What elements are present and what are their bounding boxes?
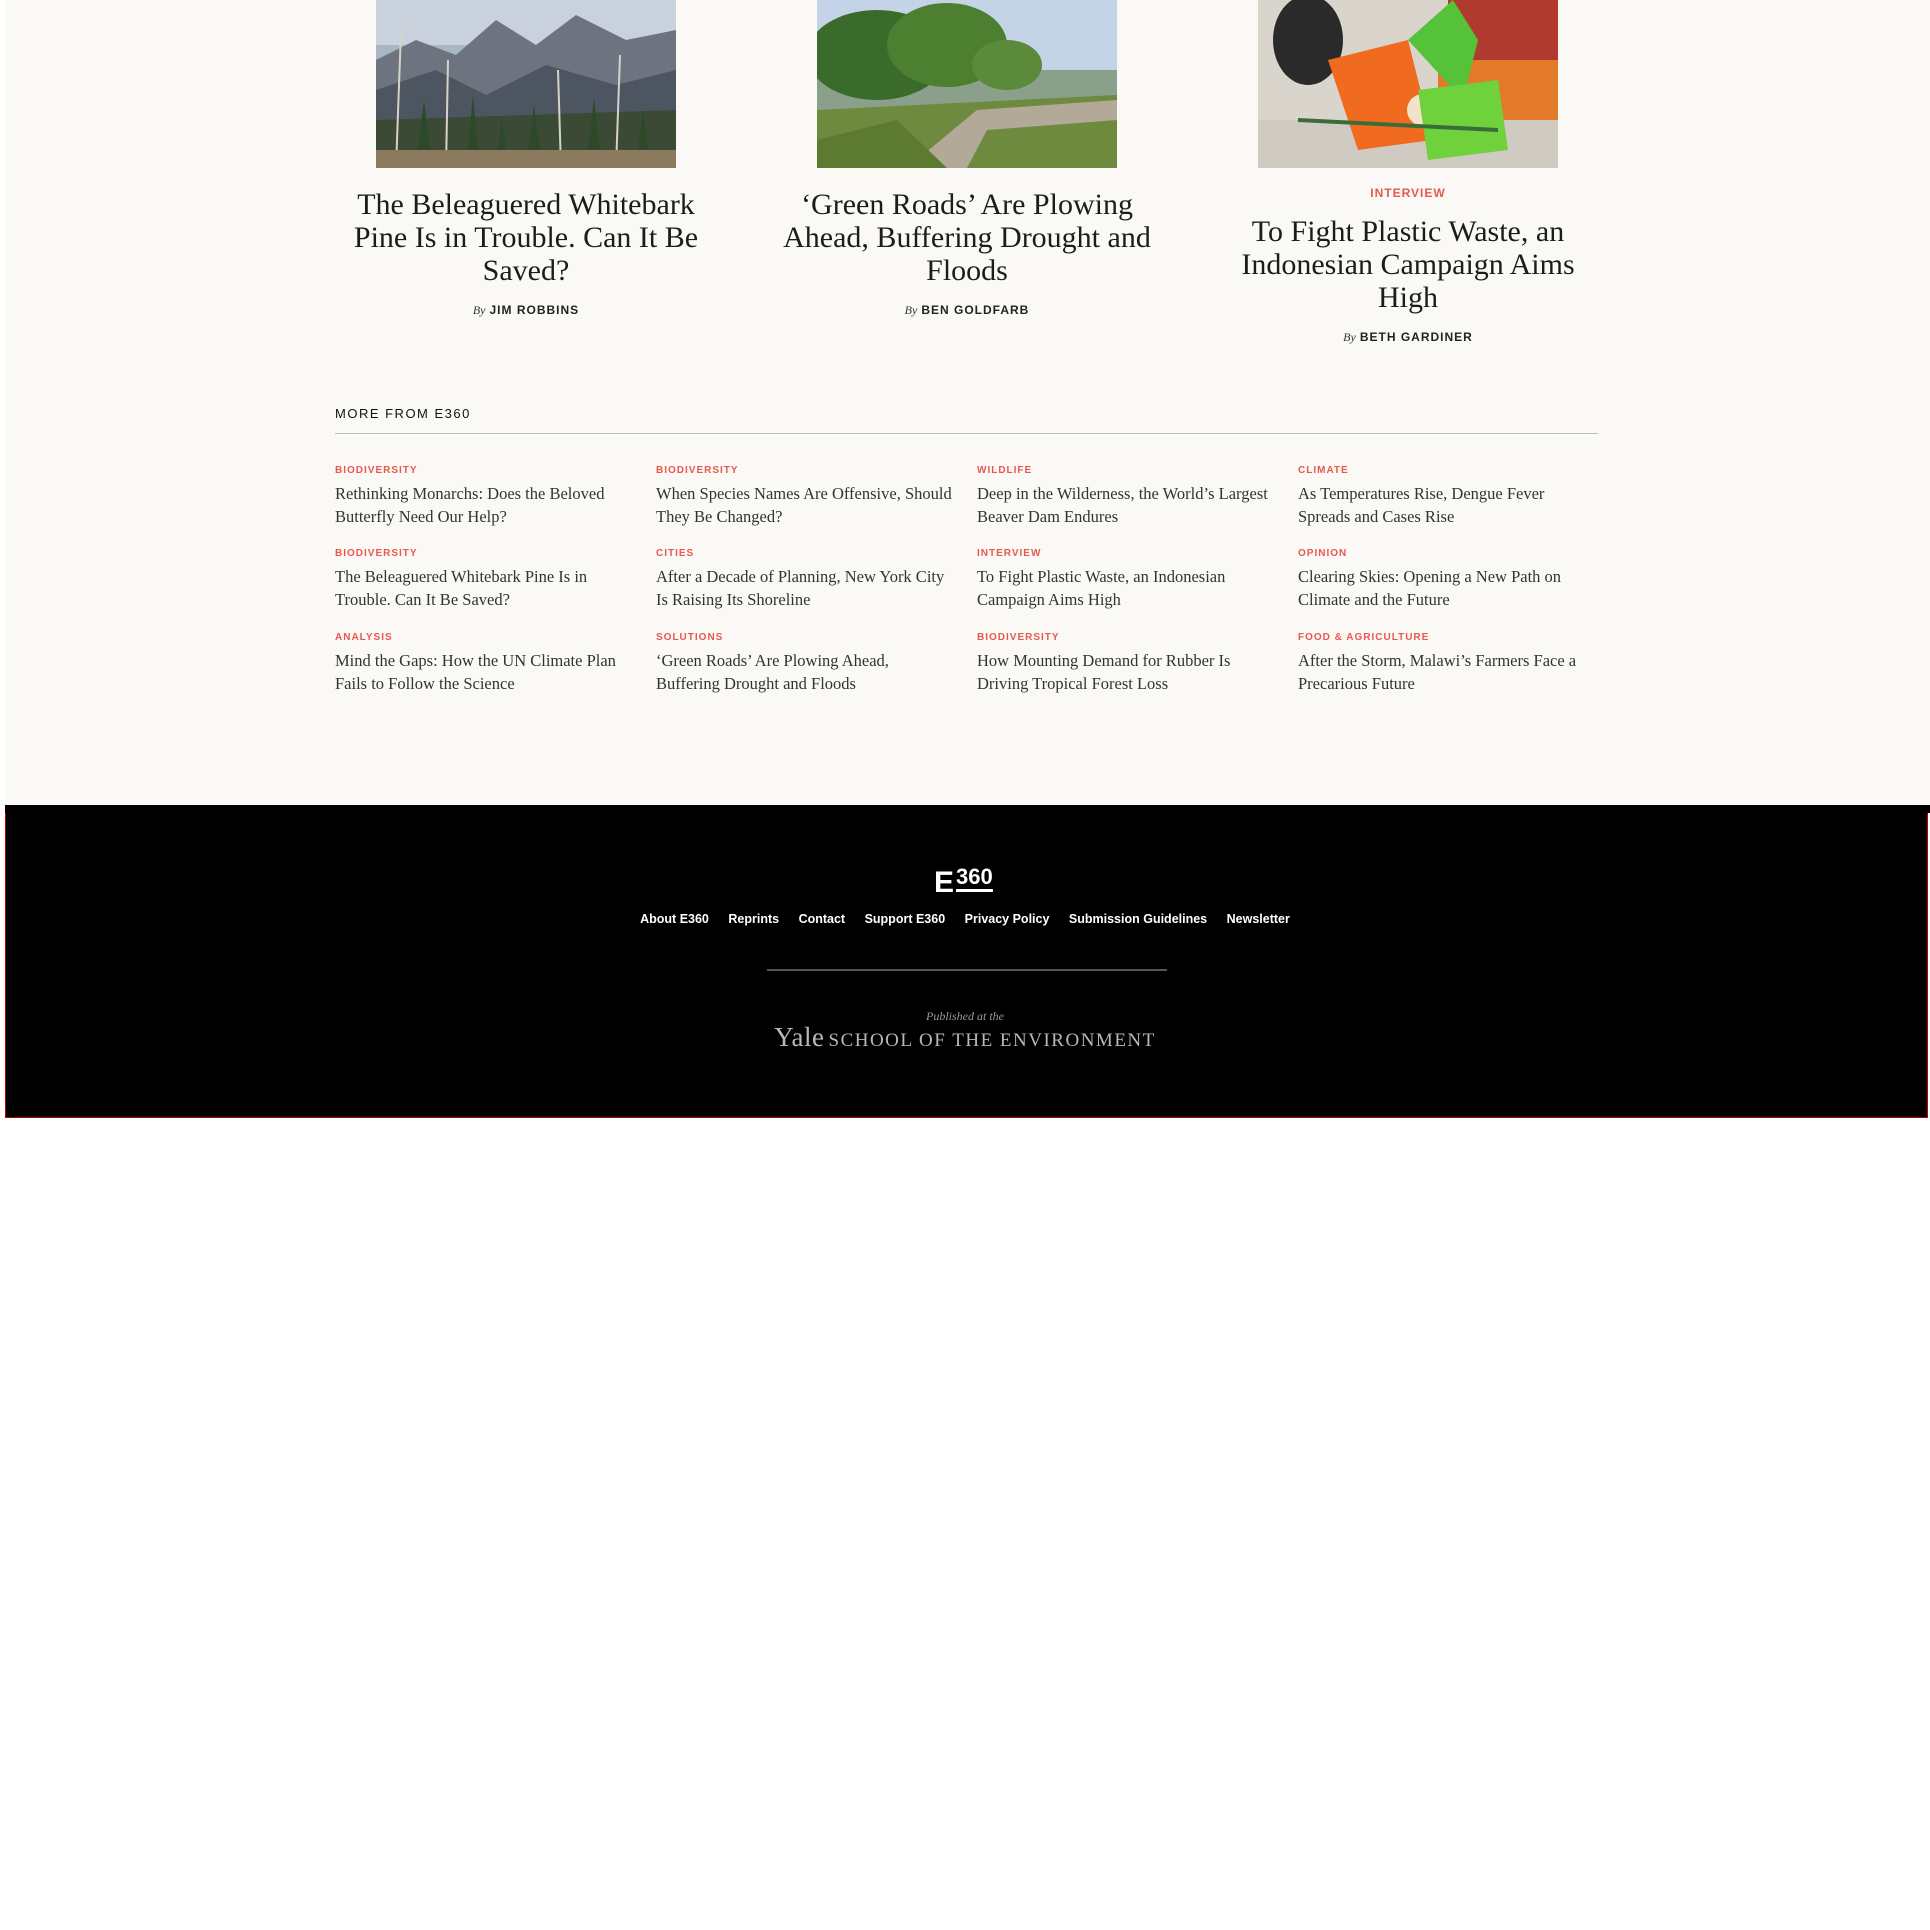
e360-logo[interactable]: E 360 [930,866,1000,900]
item-category[interactable]: BIODIVERSITY [335,465,635,477]
item-category[interactable]: BIODIVERSITY [656,465,956,477]
footer-link-about[interactable]: About E360 [640,912,709,926]
item-title[interactable]: As Temperatures Rise, Dengue Fever Sprea… [1298,482,1598,528]
featured-byline: By JIM ROBBINS [336,303,716,318]
byline-by: By [1343,330,1356,344]
item-title[interactable]: Deep in the Wilderness, the World’s Larg… [977,482,1277,528]
byline-by: By [904,303,918,317]
list-item[interactable]: SOLUTIONS ‘Green Roads’ Are Plowing Ahea… [656,632,956,695]
mountain-forest-photo [376,0,676,168]
byline-by: By [472,303,486,317]
yale-wordmark: Yale [774,1022,825,1052]
byline-author[interactable]: BETH GARDINER [1360,330,1473,344]
more-from-heading: MORE FROM E360 [335,406,471,421]
item-category[interactable]: BIODIVERSITY [335,548,635,560]
footer-divider [767,969,1167,971]
divider [335,433,1598,434]
item-category[interactable]: INTERVIEW [977,548,1277,560]
item-title[interactable]: After a Decade of Planning, New York Cit… [656,565,956,611]
list-item[interactable]: ANALYSIS Mind the Gaps: How the UN Clima… [335,632,635,695]
footer-link-submission[interactable]: Submission Guidelines [1069,912,1207,926]
shopping-bags-photo [1258,0,1558,168]
site-footer [5,805,1928,1118]
footer-link-contact[interactable]: Contact [799,912,846,926]
list-item[interactable]: CLIMATE As Temperatures Rise, Dengue Fev… [1298,465,1598,528]
footer-link-reprints[interactable]: Reprints [728,912,779,926]
featured-title[interactable]: ‘Green Roads’ Are Plowing Ahead, Bufferi… [777,188,1157,287]
logo-number: 360 [956,866,993,892]
item-category[interactable]: OPINION [1298,548,1598,560]
item-title[interactable]: Clearing Skies: Opening a New Path on Cl… [1298,565,1598,611]
item-title[interactable]: ‘Green Roads’ Are Plowing Ahead, Bufferi… [656,649,956,695]
item-category[interactable]: CITIES [656,548,956,560]
item-title[interactable]: To Fight Plastic Waste, an Indonesian Ca… [977,565,1277,611]
item-category[interactable]: CLIMATE [1298,465,1598,477]
item-title[interactable]: Rethinking Monarchs: Does the Beloved Bu… [335,482,635,528]
list-item[interactable]: BIODIVERSITY How Mounting Demand for Rub… [977,632,1277,695]
school-name: SCHOOL OF THE ENVIRONMENT [828,1030,1156,1051]
item-title[interactable]: When Species Names Are Offensive, Should… [656,482,956,528]
footer-nav: About E360 Reprints Contact Support E360… [0,912,1930,926]
item-category[interactable]: BIODIVERSITY [977,632,1277,644]
footer-top-bar [5,805,1930,813]
featured-byline: By BEN GOLDFARB [777,303,1157,318]
list-item[interactable]: BIODIVERSITY Rethinking Monarchs: Does t… [335,465,635,528]
featured-image-mountain-forest[interactable] [376,0,676,168]
footer-link-newsletter[interactable]: Newsletter [1227,912,1290,926]
item-category[interactable]: ANALYSIS [335,632,635,644]
featured-byline: By BETH GARDINER [1218,330,1598,345]
item-title[interactable]: Mind the Gaps: How the UN Climate Plan F… [335,649,635,695]
item-title[interactable]: How Mounting Demand for Rubber Is Drivin… [977,649,1277,695]
item-title[interactable]: After the Storm, Malawi’s Farmers Face a… [1298,649,1598,695]
footer-link-support[interactable]: Support E360 [865,912,946,926]
featured-image-tree-road[interactable] [817,0,1117,168]
list-item[interactable]: INTERVIEW To Fight Plastic Waste, an Ind… [977,548,1277,611]
byline-author[interactable]: BEN GOLDFARB [921,303,1029,317]
featured-title[interactable]: To Fight Plastic Waste, an Indonesian Ca… [1218,215,1598,314]
item-title[interactable]: The Beleaguered Whitebark Pine Is in Tro… [335,565,635,611]
list-item[interactable]: FOOD & AGRICULTURE After the Storm, Mala… [1298,632,1598,695]
list-item[interactable]: CITIES After a Decade of Planning, New Y… [656,548,956,611]
tree-lined-road-photo [817,0,1117,168]
list-item[interactable]: OPINION Clearing Skies: Opening a New Pa… [1298,548,1598,611]
yale-school-logo[interactable]: Yale SCHOOL OF THE ENVIRONMENT [0,1022,1930,1053]
byline-author[interactable]: JIM ROBBINS [489,303,579,317]
featured-title[interactable]: The Beleaguered Whitebark Pine Is in Tro… [336,188,716,287]
list-item[interactable]: WILDLIFE Deep in the Wilderness, the Wor… [977,465,1277,528]
footer-link-privacy[interactable]: Privacy Policy [965,912,1050,926]
item-category[interactable]: FOOD & AGRICULTURE [1298,632,1598,644]
item-category[interactable]: WILDLIFE [977,465,1277,477]
featured-kicker[interactable]: INTERVIEW [1218,186,1598,200]
item-category[interactable]: SOLUTIONS [656,632,956,644]
list-item[interactable]: BIODIVERSITY The Beleaguered Whitebark P… [335,548,635,611]
list-item[interactable]: BIODIVERSITY When Species Names Are Offe… [656,465,956,528]
featured-image-shopping-bags[interactable] [1258,0,1558,168]
logo-letter: E [934,866,955,899]
